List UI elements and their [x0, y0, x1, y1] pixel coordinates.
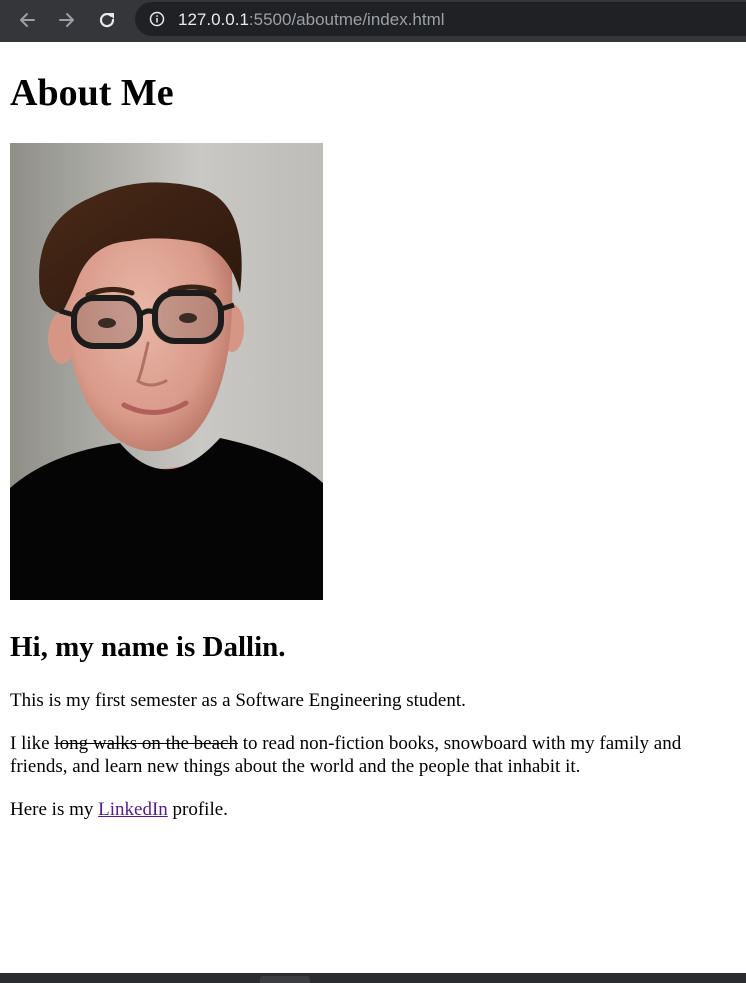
linkedin-paragraph: Here is my LinkedIn profile. — [10, 798, 710, 821]
linkedin-suffix: profile. — [167, 799, 228, 820]
linkedin-link[interactable]: LinkedIn — [98, 799, 168, 820]
page-title: About Me — [10, 72, 174, 114]
hobbies-prefix: I like — [10, 733, 55, 754]
profile-photo — [10, 143, 323, 600]
arrow-left-icon — [20, 13, 35, 27]
struck-text: long walks on the beach — [54, 733, 238, 754]
hobbies-paragraph: I like long walks on the beach to read n… — [10, 732, 710, 778]
forward-button[interactable] — [53, 7, 81, 33]
info-icon[interactable] — [149, 11, 165, 27]
taskbar — [0, 973, 746, 983]
back-button[interactable] — [13, 7, 41, 33]
intro-heading: Hi, my name is Dallin. — [10, 631, 286, 663]
url-host: 127.0.0.1 — [178, 10, 249, 29]
url-path: :5500/aboutme/index.html — [248, 10, 445, 29]
browser-toolbar: 127.0.0.1:5500/aboutme/index.html — [0, 0, 746, 42]
semester-paragraph: This is my first semester as a Software … — [10, 690, 466, 711]
reload-button[interactable] — [93, 7, 121, 33]
arrow-right-icon — [59, 13, 74, 27]
reload-icon — [99, 13, 115, 28]
linkedin-prefix: Here is my — [10, 799, 99, 820]
address-bar[interactable]: 127.0.0.1:5500/aboutme/index.html — [135, 2, 746, 36]
taskbar-tab[interactable] — [260, 976, 310, 983]
url-text[interactable]: 127.0.0.1:5500/aboutme/index.html — [178, 10, 445, 30]
